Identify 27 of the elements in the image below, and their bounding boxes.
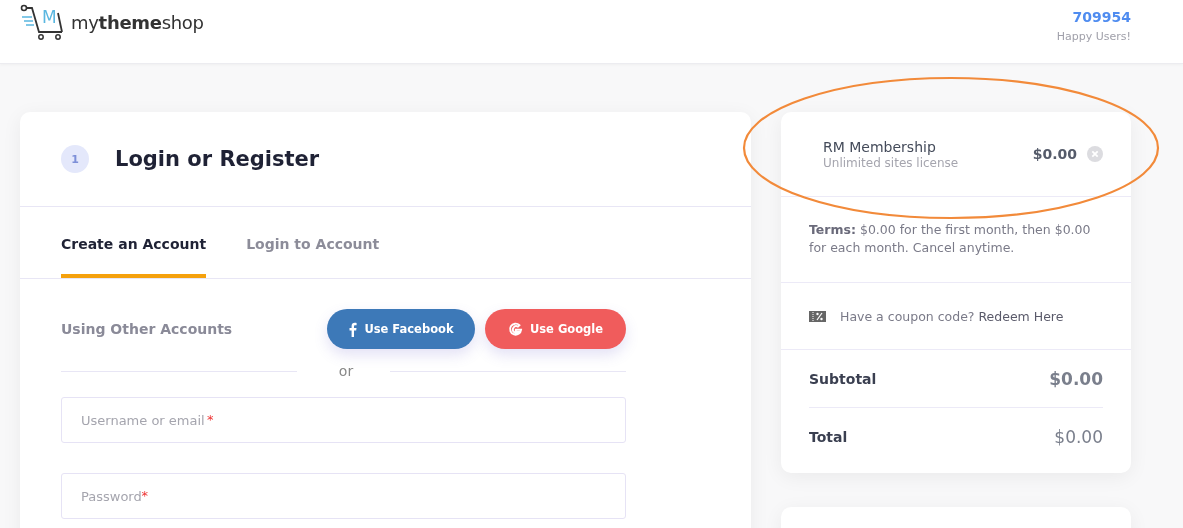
users-label: Happy Users!	[1056, 30, 1131, 43]
account-tab[interactable]: Create an Account	[61, 207, 207, 278]
or-divider-text: or	[337, 363, 355, 379]
product-name: RM Membership	[823, 138, 937, 155]
required-mark: *	[141, 488, 148, 503]
remove-icon[interactable]	[1087, 146, 1103, 162]
coupon-text: Have a coupon code?	[840, 308, 975, 324]
redeem-link[interactable]: Redeem Here	[978, 308, 1064, 324]
terms-text: Terms: $0.00 for the first month, then $0.00 for each month. Cancel anytime.	[781, 197, 1131, 283]
section-title: Login or Register	[115, 147, 320, 171]
facebook-icon	[348, 321, 358, 337]
google-icon	[507, 321, 523, 337]
logo-letter: M	[42, 9, 57, 26]
total-label: Total	[809, 428, 848, 445]
cart-logo-icon	[20, 4, 66, 40]
logo-wordmark[interactable]: mythemeshop	[71, 11, 204, 33]
other-accounts-label: Using Other Accounts	[61, 321, 233, 337]
product-price: $0.00	[1032, 146, 1077, 162]
facebook-button[interactable]: Use Facebook	[327, 309, 475, 349]
subtotal-label: Subtotal	[809, 370, 877, 387]
step-number: 1	[61, 145, 89, 173]
product-description: Unlimited sites license	[823, 155, 960, 170]
coupon-icon	[809, 310, 826, 322]
required-mark: *	[207, 412, 214, 427]
total-value: $0.00	[1054, 426, 1103, 447]
subtotal-value: $0.00	[1049, 368, 1103, 389]
users-count: 709954	[1072, 9, 1131, 25]
